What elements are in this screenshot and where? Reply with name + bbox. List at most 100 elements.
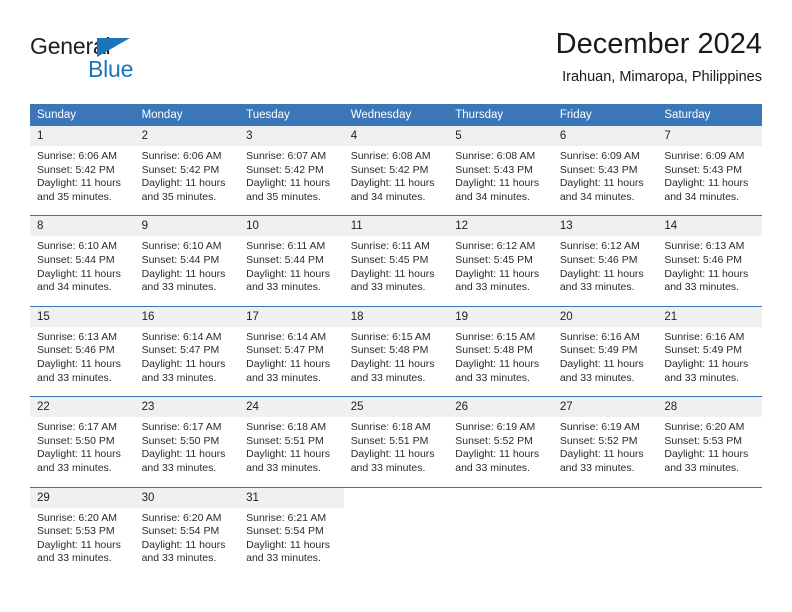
calendar-day-cell[interactable]: 9 Sunrise: 6:10 AM Sunset: 5:44 PM Dayli… [134,215,240,307]
sunrise-text: Sunrise: 6:11 AM [246,240,326,253]
calendar-day-cell[interactable]: 24 Sunrise: 6:18 AM Sunset: 5:51 PM Dayl… [239,396,344,487]
daylight-text-line2: and 33 minutes. [246,552,321,565]
sunset-text: Sunset: 5:47 PM [141,344,220,357]
daylight-text-line1: Daylight: 11 hours [141,267,226,280]
calendar-day-cell[interactable]: 27 Sunrise: 6:19 AM Sunset: 5:52 PM Dayl… [552,396,658,487]
sunrise-text: Sunrise: 6:06 AM [141,150,222,162]
page-title: December 2024 [555,28,762,60]
calendar-day-cell[interactable]: 13 Sunrise: 6:12 AM Sunset: 5:46 PM Dayl… [552,215,658,307]
daylight-text-line1: Daylight: 11 hours [141,538,226,551]
day-number: 29 [30,487,135,508]
daylight-text-line2: and 33 minutes. [141,371,217,384]
sunrise-text: Sunrise: 6:17 AM [37,421,117,434]
sunset-text: Sunset: 5:42 PM [350,163,429,176]
sunset-text: Sunset: 5:45 PM [455,253,533,266]
calendar-day-cell[interactable]: 20 Sunrise: 6:16 AM Sunset: 5:49 PM Dayl… [552,305,658,397]
day-number: 6 [552,126,658,146]
calendar-day-cell[interactable]: 23 Sunrise: 6:17 AM Sunset: 5:50 PM Dayl… [134,396,240,487]
daylight-text-line2: and 33 minutes. [559,371,635,384]
calendar-day-cell[interactable]: 16 Sunrise: 6:14 AM Sunset: 5:47 PM Dayl… [134,305,240,397]
sunrise-text: Sunrise: 6:18 AM [350,421,431,434]
calendar-day-cell[interactable]: 7 Sunrise: 6:09 AM Sunset: 5:43 PM Dayli… [657,126,762,216]
daylight-text-line2: and 33 minutes. [664,281,740,294]
day-details: Sunrise: 6:14 AM Sunset: 5:47 PM Dayligh… [135,327,240,396]
calendar-day-cell[interactable]: 21 Sunrise: 6:16 AM Sunset: 5:49 PM Dayl… [657,305,762,397]
day-details: Sunrise: 6:18 AM Sunset: 5:51 PM Dayligh… [344,417,449,486]
sunset-text: Sunset: 5:51 PM [246,434,324,447]
sunset-text: Sunset: 5:50 PM [141,434,220,447]
sunrise-text: Sunrise: 6:11 AM [350,240,430,253]
daylight-text-line2: and 33 minutes. [350,371,426,384]
daylight-text-line1: Daylight: 11 hours [350,448,435,461]
sunrise-text: Sunrise: 6:08 AM [350,150,431,162]
daylight-text-line2: and 34 minutes. [37,281,112,294]
daylight-text-line1: Daylight: 11 hours [141,357,226,370]
daylight-text-line2: and 33 minutes. [246,371,321,384]
calendar-day-cell[interactable]: 5 Sunrise: 6:08 AM Sunset: 5:43 PM Dayli… [448,126,553,216]
daylight-text-line1: Daylight: 11 hours [559,267,644,280]
daylight-text-line1: Daylight: 11 hours [246,538,330,551]
sunset-text: Sunset: 5:43 PM [455,163,533,176]
calendar-day-cell[interactable]: 11 Sunrise: 6:11 AM Sunset: 5:45 PM Dayl… [343,215,449,307]
calendar-day-cell[interactable]: 8 Sunrise: 6:10 AM Sunset: 5:44 PM Dayli… [30,215,135,307]
day-number: 24 [239,397,344,418]
calendar-day-cell[interactable]: 30 Sunrise: 6:20 AM Sunset: 5:54 PM Dayl… [134,486,240,577]
calendar-day-cell[interactable]: 28 Sunrise: 6:20 AM Sunset: 5:53 PM Dayl… [657,396,762,487]
daylight-text-line1: Daylight: 11 hours [455,448,540,461]
daylight-text-line2: and 34 minutes. [559,190,635,203]
calendar-day-cell[interactable]: 17 Sunrise: 6:14 AM Sunset: 5:47 PM Dayl… [239,305,344,397]
calendar-day-cell[interactable]: 18 Sunrise: 6:15 AM Sunset: 5:48 PM Dayl… [343,305,449,397]
daylight-text-line1: Daylight: 11 hours [141,448,226,461]
day-details: Sunrise: 6:06 AM Sunset: 5:42 PM Dayligh… [30,146,135,215]
calendar-day-cell[interactable]: 29 Sunrise: 6:20 AM Sunset: 5:53 PM Dayl… [30,486,135,577]
daylight-text-line2: and 33 minutes. [141,281,217,294]
day-details: Sunrise: 6:16 AM Sunset: 5:49 PM Dayligh… [553,327,658,396]
calendar-day-cell[interactable]: 6 Sunrise: 6:09 AM Sunset: 5:43 PM Dayli… [552,126,658,216]
sunrise-text: Sunrise: 6:16 AM [664,330,745,343]
daylight-text-line1: Daylight: 11 hours [350,267,435,280]
calendar-week-row: 22 Sunrise: 6:17 AM Sunset: 5:50 PM Dayl… [30,396,762,487]
sunset-text: Sunset: 5:54 PM [141,525,220,538]
sunrise-text: Sunrise: 6:13 AM [37,330,117,343]
day-details: Sunrise: 6:09 AM Sunset: 5:43 PM Dayligh… [553,146,658,215]
daylight-text-line2: and 33 minutes. [141,461,217,474]
sunrise-text: Sunrise: 6:14 AM [246,330,327,343]
day-number: 8 [30,216,135,237]
day-number: 28 [657,397,762,418]
calendar-day-cell[interactable]: 3 Sunrise: 6:07 AM Sunset: 5:42 PM Dayli… [239,126,344,216]
calendar-day-cell-empty [552,486,658,577]
daylight-text-line2: and 33 minutes. [350,281,426,294]
calendar-day-cell[interactable]: 31 Sunrise: 6:21 AM Sunset: 5:54 PM Dayl… [239,486,344,577]
daylight-text-line2: and 34 minutes. [664,190,740,203]
calendar-day-cell[interactable]: 26 Sunrise: 6:19 AM Sunset: 5:52 PM Dayl… [448,396,553,487]
calendar-day-cell[interactable]: 2 Sunrise: 6:06 AM Sunset: 5:42 PM Dayli… [134,126,240,216]
day-number: 23 [134,397,240,418]
sunrise-text: Sunrise: 6:10 AM [141,240,222,253]
day-details: Sunrise: 6:19 AM Sunset: 5:52 PM Dayligh… [448,417,553,486]
calendar-day-cell[interactable]: 19 Sunrise: 6:15 AM Sunset: 5:48 PM Dayl… [448,305,553,397]
calendar-day-cell[interactable]: 22 Sunrise: 6:17 AM Sunset: 5:50 PM Dayl… [30,396,135,487]
calendar-day-cell[interactable]: 12 Sunrise: 6:12 AM Sunset: 5:45 PM Dayl… [448,215,553,307]
day-number: 5 [448,126,553,146]
calendar-day-cell[interactable]: 25 Sunrise: 6:18 AM Sunset: 5:51 PM Dayl… [343,396,449,487]
brand-name-blue: Blue [88,56,134,82]
brand-logo-bottom-row: Blue [30,56,260,82]
calendar-day-cell[interactable]: 1 Sunrise: 6:06 AM Sunset: 5:42 PM Dayli… [30,126,135,216]
daylight-text-line1: Daylight: 11 hours [559,357,644,370]
day-number: 7 [657,126,762,146]
calendar-day-cell[interactable]: 10 Sunrise: 6:11 AM Sunset: 5:44 PM Dayl… [239,215,344,307]
sunset-text: Sunset: 5:43 PM [559,163,638,176]
calendar-day-cell[interactable]: 4 Sunrise: 6:08 AM Sunset: 5:42 PM Dayli… [343,126,449,216]
daylight-text-line1: Daylight: 11 hours [37,177,121,190]
brand-logo[interactable]: General Blue [30,34,260,90]
daylight-text-line1: Daylight: 11 hours [37,448,121,461]
day-number: 17 [239,306,344,327]
calendar-day-cell[interactable]: 14 Sunrise: 6:13 AM Sunset: 5:46 PM Dayl… [657,215,762,307]
day-number: 14 [657,216,762,237]
sunrise-text: Sunrise: 6:06 AM [37,150,117,162]
calendar-day-cell[interactable]: 15 Sunrise: 6:13 AM Sunset: 5:46 PM Dayl… [30,305,135,397]
daylight-text-line1: Daylight: 11 hours [664,177,749,190]
sunrise-sunset-calendar: Sunday Monday Tuesday Wednesday Thursday… [30,104,762,577]
daylight-text-line2: and 33 minutes. [455,281,530,294]
day-details: Sunrise: 6:21 AM Sunset: 5:54 PM Dayligh… [239,508,344,577]
